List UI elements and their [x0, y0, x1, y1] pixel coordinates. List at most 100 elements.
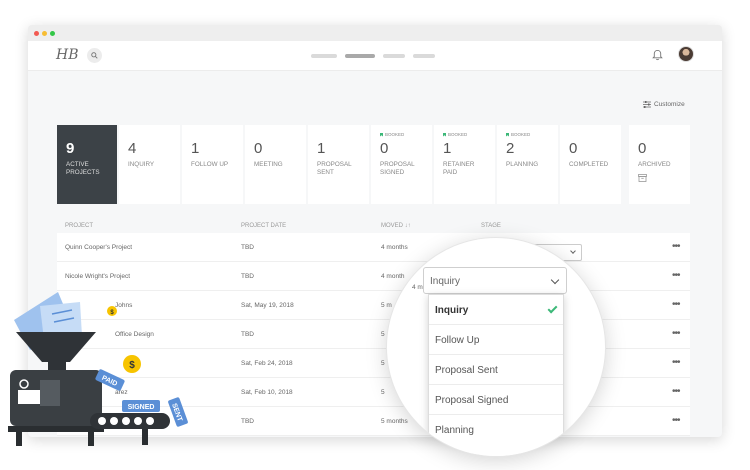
moved-time: 5 m: [381, 302, 392, 309]
signed-tag-icon: SIGNED: [122, 400, 160, 412]
maximize-dot-icon[interactable]: [50, 30, 55, 36]
chevron-down-icon: [570, 248, 576, 254]
coin-symbol: $: [129, 360, 135, 371]
stat-follow-up[interactable]: 1 FOLLOW UP: [182, 125, 243, 204]
sent-tag-icon: SENT: [168, 397, 188, 427]
more-options-icon[interactable]: •••: [672, 357, 680, 368]
stat-archived[interactable]: 0 ARCHIVED: [629, 125, 690, 204]
stage-dropdown-magnifier: 4 month Inquiry Inquiry Follow Up Propos…: [387, 238, 605, 456]
moved-time: 5: [381, 360, 385, 367]
flag-icon: [506, 132, 509, 137]
project-date: Sat, Feb 24, 2018: [241, 360, 293, 367]
header-stage[interactable]: STAGE: [481, 223, 501, 229]
stat-value: 0: [569, 140, 578, 157]
moved-time: 5 months: [381, 418, 408, 425]
stat-value: 9: [66, 140, 75, 157]
flag-icon: [443, 132, 446, 137]
nav-item[interactable]: [311, 54, 337, 58]
project-date: TBD: [241, 244, 254, 251]
stat-label: INQUIRY: [128, 161, 155, 168]
flag-icon: [380, 132, 383, 137]
close-dot-icon[interactable]: [34, 30, 39, 36]
brand-logo[interactable]: HB: [56, 47, 79, 63]
stat-planning[interactable]: BOOKED 2 PLANNING: [497, 125, 558, 204]
stage-option-planning[interactable]: Planning: [429, 415, 563, 445]
moved-time: 5: [381, 389, 385, 396]
project-date: TBD: [241, 331, 254, 338]
stage-option-label: Inquiry: [435, 305, 469, 316]
stage-option-proposal-sent[interactable]: Proposal Sent: [429, 355, 563, 385]
stat-meeting[interactable]: 0 MEETING: [245, 125, 306, 204]
stage-option-label: Planning: [435, 425, 474, 436]
stat-retainer-paid[interactable]: BOOKED 1 RETAINER PAID: [434, 125, 495, 204]
header-project-date[interactable]: PROJECT DATE: [241, 223, 286, 229]
stat-proposal-signed[interactable]: BOOKED 0 PROPOSAL SIGNED: [371, 125, 432, 204]
header-moved[interactable]: MOVED ↓↑: [381, 223, 411, 229]
stat-label: FOLLOW UP: [191, 161, 229, 168]
search-button[interactable]: [87, 48, 102, 63]
minimize-dot-icon[interactable]: [42, 30, 47, 36]
stat-value: 0: [380, 140, 389, 157]
stat-value: 4: [128, 140, 137, 157]
project-date: TBD: [241, 273, 254, 280]
project-date: Sat, May 19, 2018: [241, 302, 294, 309]
stat-completed[interactable]: 0 COMPLETED: [560, 125, 621, 204]
project-date: Sat, Feb 10, 2018: [241, 389, 293, 396]
more-options-icon[interactable]: •••: [672, 328, 680, 339]
pipeline-stats: 9 ACTIVE PROJECTS 4 INQUIRY 1 FOLLOW UP …: [57, 125, 690, 204]
conveyor-belt-icon: [90, 413, 170, 445]
stat-proposal-sent[interactable]: 1 PROPOSAL SENT: [308, 125, 369, 204]
stat-value: 2: [506, 140, 515, 157]
booked-label: BOOKED: [448, 132, 468, 137]
more-options-icon[interactable]: •••: [672, 299, 680, 310]
stage-select[interactable]: Inquiry: [423, 267, 567, 294]
stage-option-label: Follow Up: [435, 335, 480, 346]
project-name[interactable]: Nicole Wright's Project: [65, 273, 130, 280]
customize-button[interactable]: Customize: [643, 101, 685, 108]
stat-value: 1: [443, 140, 452, 157]
stat-inquiry[interactable]: 4 INQUIRY: [119, 125, 180, 204]
window-titlebar: [28, 25, 722, 41]
stat-label: PLANNING: [506, 161, 539, 168]
stage-option-inquiry[interactable]: Inquiry: [429, 295, 563, 325]
booked-label: BOOKED: [511, 132, 531, 137]
checkmark-icon: [547, 303, 558, 314]
stage-option-proposal-signed[interactable]: Proposal Signed: [429, 385, 563, 415]
search-icon: [91, 52, 98, 59]
stat-label: PROPOSAL SIGNED: [380, 161, 415, 176]
booked-badge: BOOKED: [443, 132, 467, 137]
project-name[interactable]: Quinn Cooper's Project: [65, 244, 132, 251]
small-dollar-coin-icon: $: [107, 306, 117, 316]
moved-time: 4 months: [381, 244, 408, 251]
sliders-icon: [643, 101, 651, 108]
moved-time: 5: [381, 331, 385, 338]
nav-item[interactable]: [413, 54, 435, 58]
user-avatar[interactable]: [678, 46, 694, 62]
header-project[interactable]: PROJECT: [65, 223, 93, 229]
stage-option-label: Proposal Signed: [435, 395, 509, 406]
booked-badge: BOOKED: [380, 132, 404, 137]
table-row[interactable]: Quinn Cooper's Project TBD 4 months •••: [57, 233, 690, 262]
customize-label: Customize: [654, 101, 685, 108]
machine-body-icon: [8, 370, 104, 446]
stat-label: ACTIVE PROJECTS: [66, 161, 100, 176]
stat-label: RETAINER PAID: [443, 161, 475, 176]
more-options-icon[interactable]: •••: [672, 241, 680, 252]
more-options-icon[interactable]: •••: [672, 270, 680, 281]
nav-item[interactable]: [383, 54, 405, 58]
nav-item-active[interactable]: [345, 54, 375, 58]
stage-option-follow-up[interactable]: Follow Up: [429, 325, 563, 355]
more-options-icon[interactable]: •••: [672, 415, 680, 426]
stat-value: 0: [254, 140, 263, 157]
stat-label: ARCHIVED: [638, 161, 671, 168]
stage-option-label: Proposal Sent: [435, 365, 498, 376]
notification-bell-icon[interactable]: [652, 49, 663, 61]
stat-label: MEETING: [254, 161, 283, 168]
top-navigation: HB: [28, 41, 722, 71]
stat-value: 1: [191, 140, 200, 157]
moved-time: 4 month: [381, 273, 405, 280]
stat-active-projects[interactable]: 9 ACTIVE PROJECTS: [57, 125, 117, 204]
more-options-icon[interactable]: •••: [672, 386, 680, 397]
signed-tag-label: SIGNED: [128, 404, 155, 411]
stat-label: PROPOSAL SENT: [317, 161, 352, 176]
